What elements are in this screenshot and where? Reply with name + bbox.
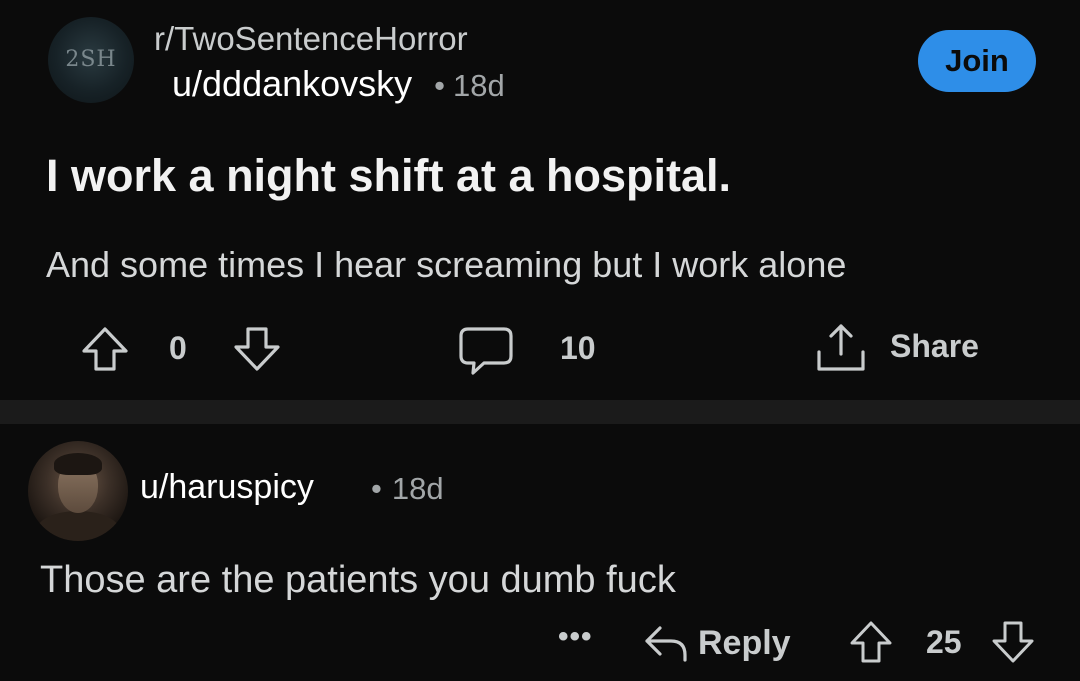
comment-card: u/haruspicy • 18d Those are the patients … xyxy=(0,424,1080,681)
post-vote-count: 0 xyxy=(169,330,187,366)
avatar-hair xyxy=(54,453,102,475)
reply-button-label[interactable]: Reply xyxy=(698,624,791,663)
comment-body: Those are the patients you dumb fuck xyxy=(40,559,676,601)
reply-icon[interactable] xyxy=(643,624,689,664)
post-actions-bar: 0 10 Share xyxy=(0,320,1080,376)
share-icon[interactable] xyxy=(814,322,868,374)
section-divider xyxy=(0,400,1080,424)
comment-age: 18d xyxy=(391,471,444,506)
comment-author[interactable]: u/haruspicy xyxy=(140,468,314,507)
comment-downvote-icon[interactable] xyxy=(990,620,1036,664)
join-button[interactable]: Join xyxy=(918,30,1036,92)
comment-icon[interactable] xyxy=(458,326,514,376)
post-comment-count: 10 xyxy=(560,330,596,366)
upvote-icon[interactable] xyxy=(80,326,130,372)
post-card: 2SH r/TwoSentenceHorror u/dddankovsky • 18… xyxy=(0,0,1080,400)
more-options-button[interactable]: ••• xyxy=(558,620,593,654)
share-button-label[interactable]: Share xyxy=(890,328,979,365)
post-body: And some times I hear screaming but I wo… xyxy=(46,244,847,285)
comment-meta: • 18d xyxy=(371,471,444,507)
subreddit-avatar[interactable]: 2SH xyxy=(48,17,134,103)
post-title[interactable]: I work a night shift at a hospital. xyxy=(46,150,731,202)
commenter-avatar[interactable] xyxy=(28,441,128,541)
post-author[interactable]: u/dddankovsky xyxy=(172,63,412,104)
post-age: 18d xyxy=(453,68,505,103)
comment-vote-count: 25 xyxy=(926,624,962,660)
subreddit-name[interactable]: r/TwoSentenceHorror xyxy=(154,20,468,58)
separator-dot: • xyxy=(434,68,446,103)
subreddit-avatar-text: 2SH xyxy=(65,47,117,72)
post-author-line: u/dddankovsky • 18d xyxy=(172,63,505,105)
avatar-shoulders xyxy=(36,511,120,541)
comment-actions-bar: ••• Reply 25 xyxy=(0,616,1080,670)
separator-dot: • xyxy=(371,471,382,506)
comment-upvote-icon[interactable] xyxy=(848,620,894,664)
downvote-icon[interactable] xyxy=(232,326,282,372)
